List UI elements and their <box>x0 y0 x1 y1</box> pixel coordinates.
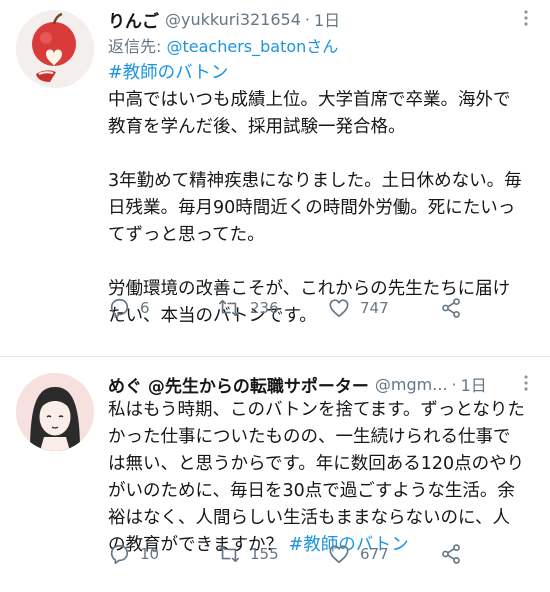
share-icon <box>442 544 460 564</box>
tweet[interactable]: りんご @yukkuri321654 · 1日 返信先: @teachers_b… <box>0 0 550 357</box>
reply-button[interactable]: 6 <box>108 297 150 319</box>
timestamp[interactable]: 1日 <box>314 7 340 31</box>
share-button[interactable] <box>440 543 462 565</box>
avatar[interactable] <box>16 10 94 88</box>
tweet-text: #教師のバトン 中高ではいつも成績上位。大学首席で卒業。海外で 教育を学んだ後、… <box>108 60 534 330</box>
separator-dot: · <box>451 374 457 394</box>
share-icon <box>442 298 460 318</box>
reply-icon <box>110 544 129 564</box>
reply-to-prefix: 返信先: <box>108 37 167 56</box>
like-button[interactable]: 677 <box>328 543 389 565</box>
tweet-body: 中高ではいつも成績上位。大学首席で卒業。海外で 教育を学んだ後、採用試験一発合格… <box>108 90 522 326</box>
like-count: 747 <box>360 299 389 317</box>
heart-icon <box>329 299 349 318</box>
retweet-button[interactable]: 236 <box>218 297 279 319</box>
apple-avatar-image <box>16 10 94 88</box>
retweet-count: 236 <box>250 299 279 317</box>
display-name[interactable]: めぐ @先生からの転職サポーター <box>108 372 369 397</box>
reply-button[interactable]: 10 <box>108 543 159 565</box>
reply-count: 6 <box>140 299 150 317</box>
retweet-icon <box>219 545 239 563</box>
separator-dot: · <box>304 9 310 29</box>
more-options-icon[interactable] <box>518 375 534 391</box>
tweet[interactable]: めぐ @先生からの転職サポーター @mgm... · 1日 私はもう時期、このバ… <box>0 357 550 592</box>
illustrated-woman-avatar-image <box>16 373 94 451</box>
reply-to-mention[interactable]: @teachers_batonさん <box>166 37 338 56</box>
reply-to-line: 返信先: @teachers_batonさん <box>108 34 534 60</box>
avatar[interactable] <box>16 373 94 451</box>
reply-count: 10 <box>140 545 160 563</box>
reply-icon <box>110 298 129 318</box>
share-button[interactable] <box>440 297 462 319</box>
hashtag-link[interactable]: #教師のバトン <box>108 63 228 83</box>
retweet-icon <box>219 299 239 317</box>
timestamp[interactable]: 1日 <box>461 372 487 396</box>
tweet-body: 私はもう時期、このバトンを捨てます。ずっとなりた かった仕事についたものの、一生… <box>108 400 525 555</box>
display-name[interactable]: りんご <box>108 7 159 32</box>
more-options-icon[interactable] <box>518 10 534 26</box>
tweet-text: 私はもう時期、このバトンを捨てます。ずっとなりた かった仕事についたものの、一生… <box>108 397 534 559</box>
heart-icon <box>329 545 349 564</box>
like-count: 677 <box>360 545 389 563</box>
retweet-count: 155 <box>250 545 279 563</box>
user-handle[interactable]: @mgm... <box>375 375 448 394</box>
like-button[interactable]: 747 <box>328 297 389 319</box>
retweet-button[interactable]: 155 <box>218 543 279 565</box>
user-handle[interactable]: @yukkuri321654 <box>165 10 301 29</box>
